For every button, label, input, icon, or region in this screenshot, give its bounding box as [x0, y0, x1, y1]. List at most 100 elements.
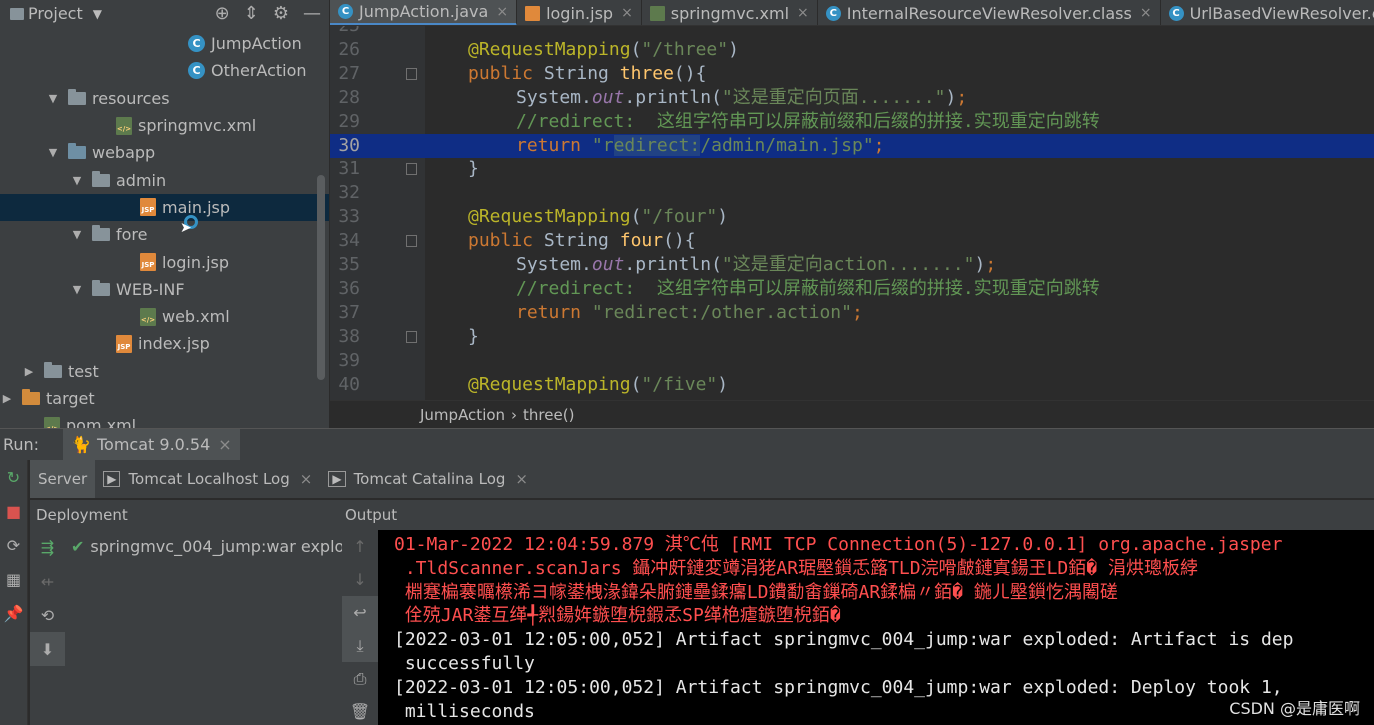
collapse-all-icon[interactable]: ⇕	[244, 3, 259, 24]
code-line[interactable]: 27 public String three(){	[330, 62, 1374, 86]
code-line[interactable]: 37 return "redirect:/other.action";	[330, 301, 1374, 325]
code-line[interactable]: 34 public String four(){	[330, 229, 1374, 253]
pin-icon[interactable]: 📌	[0, 596, 27, 630]
code-editor[interactable]: 2526 @RequestMapping("/three") 27 public St…	[330, 26, 1374, 400]
code-line[interactable]: 28 System.out.println("这是重定向页面.......");	[330, 86, 1374, 110]
editor-tab-label: JumpAction.java	[359, 2, 489, 21]
tree-item[interactable]: ▶ target	[0, 385, 329, 412]
code-text: }	[468, 158, 479, 180]
refresh-icon[interactable]: ⟳	[0, 528, 27, 562]
layout-icon[interactable]: ▦	[0, 562, 27, 596]
tree-item[interactable]: ▼ resources	[0, 85, 329, 112]
tree-item[interactable]: ▼ webapp	[0, 139, 329, 166]
code-line[interactable]: 30 return "redirect:/admin/main.jsp";	[330, 133, 1374, 158]
breadcrumb-separator-icon: ›	[511, 405, 518, 424]
code-line[interactable]: 38}	[330, 325, 1374, 349]
code-line[interactable]: 39	[330, 349, 1374, 373]
editor-tab[interactable]: login.jsp ×	[517, 0, 642, 25]
chevron-down-icon[interactable]: ▼	[46, 146, 60, 159]
tree-item[interactable]: JSP index.jsp	[0, 330, 329, 357]
close-icon[interactable]: ×	[797, 5, 809, 21]
tree-item[interactable]: ▶ test	[0, 358, 329, 385]
console-line: 01-Mar-2022 12:04:59.879 淇℃伅 [RMI TCP Co…	[394, 534, 1283, 555]
undeploy-icon[interactable]: ⇷	[30, 564, 65, 598]
chevron-down-icon[interactable]: ▼	[70, 283, 84, 296]
close-icon[interactable]: ×	[300, 470, 313, 488]
gear-icon[interactable]: ⚙	[273, 3, 289, 24]
chevron-down-icon[interactable]: ▼	[70, 228, 84, 241]
run-config-tab[interactable]: 🐈 Tomcat 9.0.54 ×	[63, 428, 240, 461]
tree-item[interactable]: C OtherAction	[0, 57, 329, 84]
tree-item[interactable]: ▼ WEB-INF	[0, 276, 329, 303]
locate-icon[interactable]: ⊕	[215, 3, 230, 24]
tree-item[interactable]: JSP main.jsp	[0, 193, 329, 222]
tree-item[interactable]: ▼ fore	[0, 221, 329, 248]
close-icon[interactable]: ×	[496, 4, 508, 20]
editor-tab[interactable]: C JumpAction.java ×	[330, 0, 518, 25]
tab-localhost-log[interactable]: ▶ Tomcat Localhost Log ×	[95, 460, 320, 498]
deployment-item[interactable]: ✔ springmvc_004_jump:war explode	[65, 530, 342, 562]
up-arrow-icon[interactable]: ↑	[342, 530, 378, 563]
fold-icon[interactable]	[406, 67, 417, 80]
tree-item[interactable]: </> pom.xml	[0, 412, 329, 428]
code-line[interactable]: 26 @RequestMapping("/three")	[330, 38, 1374, 62]
tree-item[interactable]: </> web.xml	[0, 303, 329, 330]
chevron-right-icon[interactable]: ▶	[22, 365, 36, 378]
trash-icon[interactable]: 🗑	[342, 695, 378, 725]
chevron-down-icon[interactable]: ▼	[46, 92, 60, 105]
editor-tab[interactable]: CUrlBasedViewResolver.class×	[1161, 0, 1374, 25]
xml-file-icon: </>	[116, 116, 132, 135]
code-line[interactable]: 36 //redirect: 这组字符串可以屏蔽前缀和后缀的拼接.实现重定向跳转	[330, 277, 1374, 301]
chevron-down-icon[interactable]: ▼	[70, 174, 84, 187]
tree-item[interactable]: C JumpAction	[0, 30, 329, 57]
soft-wrap-icon[interactable]: ↩	[342, 596, 378, 629]
web-folder-icon	[68, 143, 86, 160]
deploy-icon[interactable]: ⇶	[30, 530, 65, 564]
code-text: @RequestMapping("/three")	[468, 38, 739, 60]
minimize-icon[interactable]: —	[303, 3, 321, 24]
tree-item[interactable]: ▼ admin	[0, 166, 329, 193]
breadcrumb-class[interactable]: JumpAction	[420, 406, 505, 424]
down-arrow-icon[interactable]: ↓	[342, 563, 378, 596]
code-text: public String three(){	[468, 62, 707, 84]
code-line[interactable]: 29 //redirect: 这组字符串可以屏蔽前缀和后缀的拼接.实现重定向跳转	[330, 110, 1374, 134]
tree-item[interactable]: JSP login.jsp	[0, 248, 329, 275]
close-icon[interactable]: ×	[1140, 5, 1152, 21]
code-line[interactable]: 40 @RequestMapping("/five")	[330, 373, 1374, 397]
tree-item[interactable]: </> springmvc.xml	[0, 112, 329, 139]
editor-tab[interactable]: springmvc.xml ×	[642, 0, 818, 25]
editor-tab[interactable]: C InternalResourceViewResolver.class ×	[818, 0, 1161, 25]
rerun-icon[interactable]: ↻	[0, 460, 27, 494]
code-line[interactable]: 33 @RequestMapping("/four")	[330, 205, 1374, 229]
line-number: 27	[338, 62, 360, 84]
project-panel: Project ▼ ⊕ ⇕ ⚙ — C JumpAction C OtherActio…	[0, 0, 329, 428]
code-line[interactable]: 25	[330, 26, 1374, 38]
breadcrumb-method[interactable]: three()	[523, 406, 574, 424]
code-line[interactable]: 35 System.out.println("这是重定向action.......…	[330, 253, 1374, 277]
scroll-to-end-icon[interactable]: ⤓	[342, 629, 378, 662]
update-icon[interactable]: ⟲	[30, 598, 65, 632]
chevron-right-icon[interactable]: ▶	[0, 392, 14, 405]
project-title[interactable]: Project	[28, 4, 83, 23]
chevron-down-icon[interactable]: ▼	[93, 7, 102, 21]
line-number: 26	[338, 38, 360, 60]
close-icon[interactable]: ×	[515, 470, 528, 488]
print-icon[interactable]: ⎙	[342, 662, 378, 695]
fold-icon[interactable]	[406, 235, 417, 248]
console-output[interactable]: 01-Mar-2022 12:04:59.879 淇℃伅 [RMI TCP Co…	[378, 530, 1374, 725]
console-line: 棩蹇楄褰曞櫒浠ヨ幏鍙栧湪鍏朵腑鏈壘鍒癟LD鐨勫畬鏁碕AR鍒楄〃銆� 鍦ㄦ壂鎻忔湡…	[394, 581, 1118, 603]
project-scrollbar[interactable]	[317, 175, 325, 380]
code-line[interactable]: 31}	[330, 157, 1374, 181]
deployment-list: ✔ springmvc_004_jump:war explode	[65, 530, 342, 725]
fold-icon[interactable]	[406, 330, 417, 343]
tab-server[interactable]: Server	[30, 460, 96, 498]
deploy-all-icon[interactable]: ⬇	[30, 632, 65, 666]
stop-icon[interactable]: ■	[0, 494, 27, 528]
code-text: //redirect: 这组字符串可以屏蔽前缀和后缀的拼接.实现重定向跳转	[516, 110, 1100, 132]
close-icon[interactable]: ×	[218, 435, 231, 454]
close-icon[interactable]: ×	[621, 5, 633, 21]
fold-icon[interactable]	[406, 163, 417, 176]
tab-catalina-log[interactable]: ▶ Tomcat Catalina Log ×	[320, 460, 536, 498]
line-number: 30	[338, 134, 360, 156]
code-line[interactable]: 32	[330, 181, 1374, 205]
